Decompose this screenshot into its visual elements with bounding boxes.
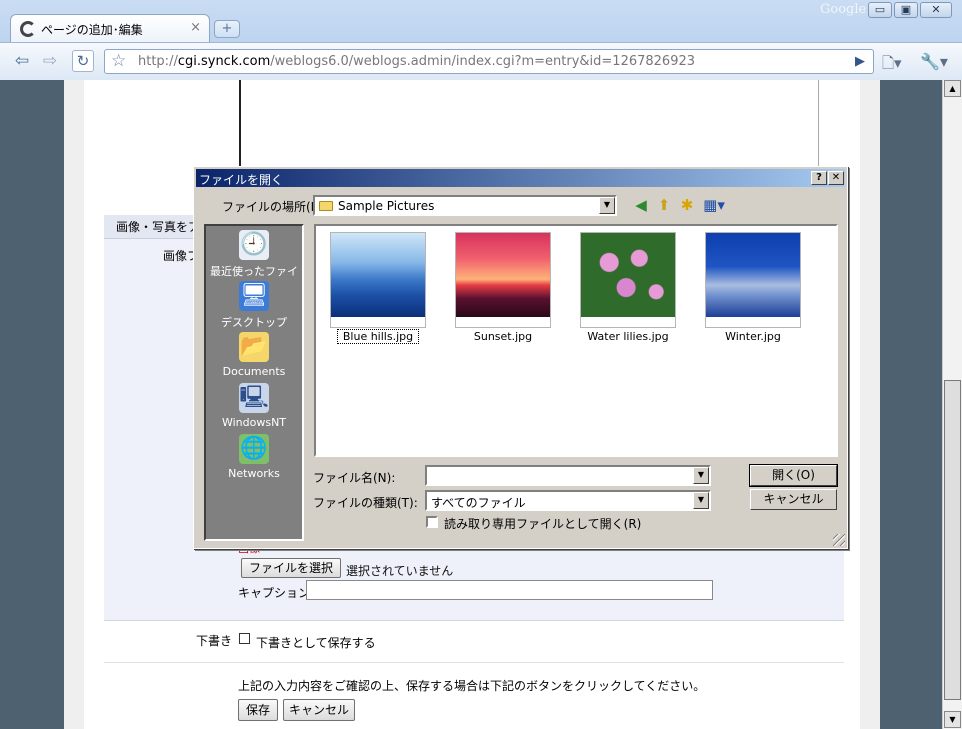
folder-icon: [319, 201, 333, 211]
network-icon: 🌐: [239, 434, 269, 464]
address-bar[interactable]: ☆ http://cgi.synck.com/weblogs6.0/weblog…: [104, 49, 874, 74]
readonly-option-label[interactable]: 読み取り専用ファイルとして開く(R): [444, 515, 641, 532]
dialog-cancel-button[interactable]: キャンセル: [750, 489, 837, 510]
computer-icon: 🖳: [239, 383, 269, 413]
look-in-value: Sample Pictures: [338, 199, 435, 213]
place-network[interactable]: 🌐 Networks: [206, 434, 302, 480]
dialog-title-bar[interactable]: ファイルを開く ? ✕: [196, 169, 845, 187]
file-name-label[interactable]: Sunset.jpg: [448, 330, 558, 343]
chevron-down-icon[interactable]: ▼: [599, 197, 615, 214]
look-in-dropdown[interactable]: Sample Pictures ▼: [313, 195, 617, 216]
draft-label: 下書き: [196, 634, 233, 648]
browser-brand: Google: [820, 2, 867, 17]
divider: [104, 620, 844, 621]
chevron-down-icon[interactable]: ▼: [693, 492, 709, 509]
close-window-button[interactable]: ✕: [920, 2, 952, 18]
new-folder-icon[interactable]: ✱: [678, 196, 696, 214]
divider: [104, 662, 844, 663]
file-thumbnail-sunset[interactable]: [455, 232, 551, 328]
close-icon[interactable]: ✕: [828, 171, 844, 185]
scroll-up-icon[interactable]: ▲: [944, 80, 961, 97]
file-name-label[interactable]: Winter.jpg: [698, 330, 808, 343]
file-thumbnail-winter[interactable]: [705, 232, 801, 328]
image-preview: [706, 233, 800, 317]
view-menu-icon[interactable]: ▦▾: [701, 196, 727, 214]
new-tab-button[interactable]: +: [214, 20, 240, 38]
browser-toolbar: ⇦ ⇨ ↻ ☆ http://cgi.synck.com/weblogs6.0/…: [0, 42, 962, 80]
help-icon[interactable]: ?: [811, 171, 827, 185]
scroll-down-icon[interactable]: ▼: [944, 711, 961, 728]
forward-arrow-icon[interactable]: ⇨: [38, 48, 62, 74]
maximize-button[interactable]: ▣: [894, 2, 918, 18]
editor-area[interactable]: [239, 80, 819, 176]
up-folder-icon[interactable]: ⬆: [655, 196, 673, 214]
places-bar: 🕘 最近使ったファイル 🖥 デスクトップ 📂 Documents 🖳 Windo…: [204, 224, 304, 541]
look-in-label: ファイルの場所(I):: [222, 200, 323, 214]
image-preview: [331, 233, 425, 317]
bookmark-star-icon[interactable]: ☆: [111, 51, 126, 71]
place-desktop[interactable]: 🖥 デスクトップ: [206, 281, 302, 330]
go-icon[interactable]: ▶: [855, 54, 865, 69]
image-preview: [456, 233, 550, 317]
file-open-dialog: ファイルを開く ? ✕ ファイルの場所(I): Sample Pictures …: [193, 166, 848, 549]
file-name-input[interactable]: ▼: [425, 465, 711, 486]
file-thumbnail-water-lilies[interactable]: [580, 232, 676, 328]
file-name-label[interactable]: Blue hills.jpg: [337, 329, 419, 344]
back-icon[interactable]: ◀: [632, 196, 650, 214]
caption-input[interactable]: [306, 580, 713, 600]
recent-files-icon: 🕘: [239, 230, 269, 260]
choose-file-button[interactable]: ファイルを選択: [241, 558, 341, 578]
resize-grip-icon[interactable]: [833, 534, 845, 546]
tab-close-icon[interactable]: ×: [190, 20, 201, 35]
draft-option-label[interactable]: 下書きとして保存する: [256, 634, 376, 651]
file-thumbnail-blue-hills[interactable]: [330, 232, 426, 328]
caption-label: キャプション: [238, 586, 311, 600]
save-button[interactable]: 保存: [238, 699, 278, 721]
save-notice: 上記の入力内容をご確認の上、保存する場合は下記のボタンをクリックしてください。: [238, 679, 706, 693]
place-documents[interactable]: 📂 Documents: [206, 332, 302, 378]
url-text[interactable]: http://cgi.synck.com/weblogs6.0/weblogs.…: [138, 54, 695, 69]
tab-title: ページの追加･編集: [41, 23, 143, 37]
image-field-label: 画像フ: [163, 249, 193, 263]
back-arrow-icon[interactable]: ⇦: [10, 48, 34, 74]
file-type-dropdown[interactable]: すべてのファイル ▼: [425, 490, 711, 511]
file-name-label[interactable]: Water lilies.jpg: [573, 330, 683, 343]
readonly-checkbox[interactable]: [426, 516, 438, 528]
documents-folder-icon: 📂: [239, 332, 269, 362]
vertical-scrollbar[interactable]: ▲ ▼: [942, 80, 962, 729]
desktop-icon: 🖥: [239, 281, 269, 311]
page-menu-icon[interactable]: 🗋▾: [882, 53, 902, 78]
image-preview: [581, 233, 675, 317]
cancel-button[interactable]: キャンセル: [283, 699, 355, 721]
chevron-down-icon[interactable]: ▼: [693, 467, 709, 484]
tab-favicon-icon: [20, 21, 36, 37]
place-computer[interactable]: 🖳 WindowsNT: [206, 383, 302, 429]
open-button[interactable]: 開く(O): [749, 464, 838, 487]
browser-tab[interactable]: ページの追加･編集 ×: [10, 14, 210, 42]
file-list[interactable]: Blue hills.jpg Sunset.jpg Water lilies.j…: [314, 224, 838, 457]
no-file-status: 選択されていません: [346, 564, 454, 578]
browser-chrome: ページの追加･編集 × + Google ▭ ▣ ✕ ⇦ ⇨ ↻ ☆ http:…: [0, 0, 962, 80]
file-type-label: ファイルの種類(T):: [313, 496, 418, 510]
minimize-button[interactable]: ▭: [868, 2, 892, 18]
file-name-label: ファイル名(N):: [313, 471, 396, 485]
image-section-heading: 画像・写真をア: [104, 215, 204, 239]
draft-checkbox[interactable]: [239, 633, 250, 644]
wrench-menu-icon[interactable]: 🔧▾: [920, 52, 948, 71]
reload-icon[interactable]: ↻: [72, 50, 94, 72]
dialog-title: ファイルを開く: [199, 173, 284, 187]
scroll-thumb[interactable]: [944, 380, 961, 700]
